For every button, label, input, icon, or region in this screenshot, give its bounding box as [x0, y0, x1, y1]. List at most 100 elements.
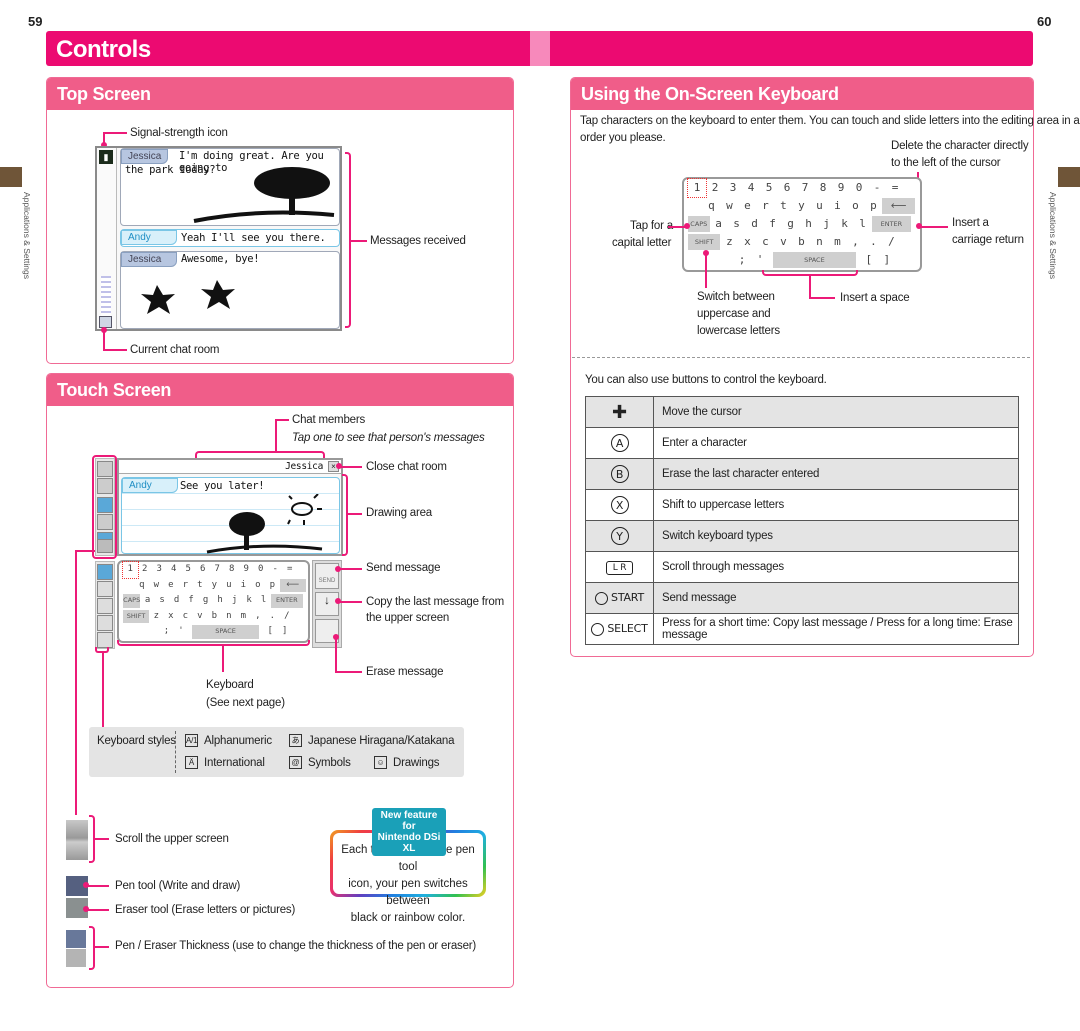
international-style-button[interactable] — [97, 581, 113, 597]
key-3[interactable]: 3 — [152, 562, 167, 578]
key-o[interactable]: o — [846, 197, 864, 215]
key-e[interactable]: e — [164, 578, 179, 594]
key-z[interactable]: z — [149, 609, 164, 625]
key-r[interactable]: r — [756, 197, 774, 215]
key-l[interactable]: l — [854, 215, 872, 233]
key-c[interactable]: c — [178, 609, 193, 625]
key-x[interactable]: x — [164, 609, 179, 625]
key-v[interactable]: v — [193, 609, 208, 625]
key-w[interactable]: w — [149, 578, 164, 594]
key-8[interactable]: 8 — [814, 179, 832, 197]
key-n[interactable]: n — [222, 609, 237, 625]
key-9[interactable]: 9 — [239, 562, 254, 578]
copy-message-button[interactable]: ↓ — [315, 592, 339, 616]
key-7[interactable]: 7 — [796, 179, 814, 197]
key-s[interactable]: s — [728, 215, 746, 233]
space-key[interactable]: SPACE — [773, 252, 856, 268]
key-7[interactable]: 7 — [210, 562, 225, 578]
key-sym[interactable]: ' — [751, 251, 769, 269]
key-5[interactable]: 5 — [760, 179, 778, 197]
key-g[interactable]: g — [198, 593, 213, 609]
key-l[interactable]: l — [256, 593, 271, 609]
key-a[interactable]: a — [710, 215, 728, 233]
key-sym[interactable]: ' — [174, 624, 189, 640]
key-h[interactable]: h — [800, 215, 818, 233]
key-1[interactable]: 1 — [122, 561, 139, 579]
key-4[interactable]: 4 — [167, 562, 182, 578]
key-x[interactable]: x — [738, 233, 756, 251]
key-f[interactable]: f — [184, 593, 199, 609]
key-b[interactable]: b — [792, 233, 810, 251]
key-sym[interactable]: - — [868, 179, 886, 197]
key-sym[interactable]: , — [251, 609, 266, 625]
key-j[interactable]: j — [818, 215, 836, 233]
key-s[interactable]: s — [155, 593, 170, 609]
hiragana-style-button[interactable] — [97, 598, 113, 614]
key-sym[interactable]: ; — [733, 251, 751, 269]
key-bracket-close[interactable]: ] — [277, 624, 292, 640]
key-2[interactable]: 2 — [138, 562, 153, 578]
key-h[interactable]: h — [213, 593, 228, 609]
key-2[interactable]: 2 — [706, 179, 724, 197]
drawings-style-button[interactable] — [97, 632, 113, 648]
key-w[interactable]: w — [720, 197, 738, 215]
key-sym[interactable]: , — [846, 233, 864, 251]
shift-key[interactable]: SHIFT — [688, 234, 721, 250]
key-8[interactable]: 8 — [225, 562, 240, 578]
drawing-area[interactable]: Andy See you later! — [121, 477, 340, 554]
key-y[interactable]: y — [792, 197, 810, 215]
key-bracket-open[interactable]: [ — [860, 251, 878, 269]
key-6[interactable]: 6 — [196, 562, 211, 578]
key-sym[interactable]: . — [265, 609, 280, 625]
key-p[interactable]: p — [864, 197, 882, 215]
key-bracket-close[interactable]: ] — [878, 251, 896, 269]
key-4[interactable]: 4 — [742, 179, 760, 197]
key-b[interactable]: b — [207, 609, 222, 625]
key-j[interactable]: j — [227, 593, 242, 609]
key-a[interactable]: a — [140, 593, 155, 609]
key-sym[interactable]: / — [882, 233, 900, 251]
key-bracket-open[interactable]: [ — [263, 624, 278, 640]
key-k[interactable]: k — [836, 215, 854, 233]
key-u[interactable]: u — [810, 197, 828, 215]
backspace-key[interactable]: ⟵ — [882, 198, 915, 214]
key-q[interactable]: q — [702, 197, 720, 215]
key-9[interactable]: 9 — [832, 179, 850, 197]
shift-key[interactable]: SHIFT — [123, 609, 150, 623]
key-o[interactable]: o — [251, 578, 266, 594]
enter-key[interactable]: ENTER — [270, 594, 303, 608]
key-e[interactable]: e — [738, 197, 756, 215]
key-6[interactable]: 6 — [778, 179, 796, 197]
caps-key[interactable]: CAPS — [688, 216, 710, 232]
space-key[interactable]: SPACE — [192, 625, 259, 639]
caps-key[interactable]: CAPS — [123, 594, 141, 608]
key-0[interactable]: 0 — [254, 562, 269, 578]
key-d[interactable]: d — [746, 215, 764, 233]
key-t[interactable]: t — [774, 197, 792, 215]
key-0[interactable]: 0 — [850, 179, 868, 197]
key-p[interactable]: p — [265, 578, 280, 594]
alphanumeric-style-button[interactable] — [97, 564, 113, 580]
key-n[interactable]: n — [810, 233, 828, 251]
backspace-key[interactable]: ⟵ — [279, 578, 306, 592]
key-u[interactable]: u — [222, 578, 237, 594]
key-3[interactable]: 3 — [724, 179, 742, 197]
key-m[interactable]: m — [236, 609, 251, 625]
key-sym[interactable]: = — [886, 179, 904, 197]
key-d[interactable]: d — [169, 593, 184, 609]
key-5[interactable]: 5 — [181, 562, 196, 578]
key-c[interactable]: c — [756, 233, 774, 251]
key-y[interactable]: y — [207, 578, 222, 594]
key-r[interactable]: r — [178, 578, 193, 594]
symbols-style-button[interactable] — [97, 615, 113, 631]
key-v[interactable]: v — [774, 233, 792, 251]
key-m[interactable]: m — [828, 233, 846, 251]
key-f[interactable]: f — [764, 215, 782, 233]
key-sym[interactable]: . — [864, 233, 882, 251]
enter-key[interactable]: ENTER — [871, 216, 912, 232]
key-i[interactable]: i — [236, 578, 251, 594]
key-t[interactable]: t — [193, 578, 208, 594]
key-sym[interactable]: / — [280, 609, 295, 625]
key-g[interactable]: g — [782, 215, 800, 233]
key-k[interactable]: k — [242, 593, 257, 609]
